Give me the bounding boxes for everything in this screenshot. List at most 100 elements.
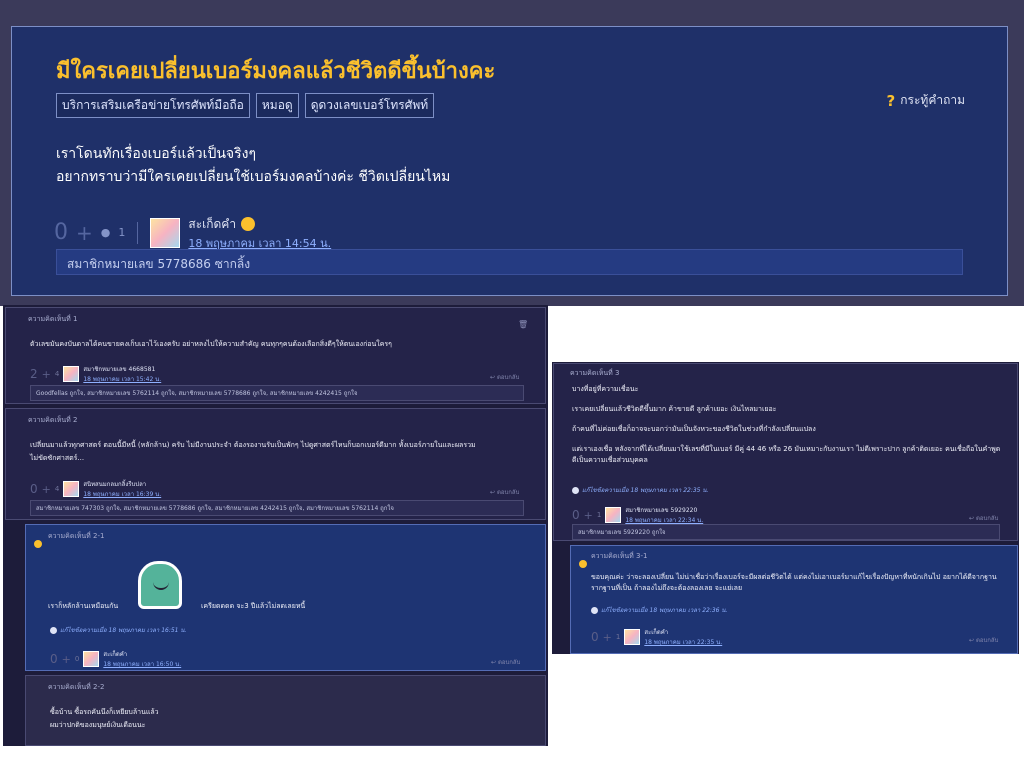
author-name[interactable]: สมาชิกหมายเลข 4668581 [83,364,161,374]
vote-score: 0 [591,630,599,644]
comment-text-line: ขอบคุณค่ะ ว่าจะลองเปลี่ยน ไม่น่าเชื่อว่า… [591,573,997,581]
post-date[interactable]: 18 พฤษภาคม เวลา 16:50 น. [103,659,181,669]
reply-icon: ↩ [491,659,497,666]
avatar[interactable] [624,629,641,645]
reply-button[interactable]: ↩ ตอบกลับ [490,372,519,382]
emotion-icon[interactable]: ● [101,226,111,239]
emoji-icon [241,216,256,231]
tag-mobile-services[interactable]: บริการเสริมเครือข่ายโทรศัพท์มือถือ [56,93,250,118]
comment-text-line: ผมว่าปกติของมนุษย์เงินเดือนนะ [50,721,146,729]
comment-3: ความคิดเห็นที่ 3 บางที่อยู่ที่ความเชื่อน… [553,363,1018,541]
comment-label: ความคิดเห็นที่ 1 [28,315,78,323]
edit-note: แก้ไขข้อความเมื่อ 18 พฤษภาคม เวลา 16:51 … [50,625,186,635]
author-block: สะเก็ดคำ 18 พฤษภาคม เวลา 14:54 น. [188,213,331,252]
comment-text-line: เปลี่ยนมาแล้วทุกศาสตร์ ตอนนี้มีหนี้ (หลั… [30,441,476,449]
emotion-count: 1 [596,511,602,519]
topic-body: เราโดนทักเรื่องเบอร์แล้วเป็นจริงๆ อยากทร… [56,143,450,189]
reply-button[interactable]: ↩ ตอบกลับ [491,657,520,667]
vote-plus-icon[interactable]: + [42,368,51,381]
user-badge-icon [34,533,42,552]
comment-actions: 0 + 1 สะเก็ดคำ 18 พฤษภาคม เวลา 22:35 น. [591,627,722,647]
author-name[interactable]: สะเก็ดคำ [188,217,236,231]
reply-label: ตอบกลับ [496,374,520,381]
post-date[interactable]: 18 พฤษภาคม เวลา 15:42 น. [83,374,161,384]
likes-list: สมาชิกหมายเลข 5929220 ถูกใจ [572,524,1000,540]
comment-label: ความคิดเห็นที่ 2-2 [48,683,105,691]
edit-note: แก้ไขข้อความเมื่อ 18 พฤษภาคม เวลา 22:36 … [591,605,727,615]
vote-score: 0 [50,652,58,666]
comment-paragraph: บางที่อยู่ที่ความเชื่อนะ [572,385,639,393]
author-block: สมาชิกหมายเลข 4668581 18 พฤษภาคม เวลา 15… [83,364,161,384]
member-info-box: สมาชิกหมายเลข 5778686 ซากลิ้ง [56,249,963,275]
avatar[interactable] [150,217,181,248]
comment-text: ตัวเลขมันคงบันดาลได้คนขายคงเก็บเอาไว้เอง… [30,340,392,348]
avatar[interactable] [63,481,80,497]
reply-button[interactable]: ↩ ตอบกลับ [969,635,998,645]
reply-button[interactable]: ↩ ตอบกลับ [969,513,998,523]
comment-paragraph: เราเคยเปลี่ยนแล้วชีวิตดีขึ้นมาก ค้าขายดี… [572,405,777,413]
reply-button[interactable]: ↩ ตอบกลับ [490,487,519,497]
vote-plus-icon[interactable]: + [76,221,93,245]
edit-note-text: แก้ไขข้อความเมื่อ 18 พฤษภาคม เวลา 16:51 … [60,627,187,634]
emotion-count: 4 [54,485,60,493]
divider [137,221,139,244]
vote-score: 0 [54,220,68,245]
comment-label: ความคิดเห็นที่ 3-1 [591,552,648,560]
vote-plus-icon[interactable]: + [603,631,612,644]
topic-type-label: กระทู้คำถาม [900,93,965,107]
comment-actions: 0 + 1 สมาชิกหมายเลข 5929220 18 พฤษภาคม เ… [572,505,703,525]
avatar[interactable] [63,366,80,382]
comment-text-line: ไม่ขัดซักศาสตร์... [30,454,85,462]
comment-text: เปลี่ยนมาแล้วทุกศาสตร์ ตอนนี้มีหนี้ (หลั… [30,439,530,465]
topic-body-line: อยากทราบว่ามีใครเคยเปลี่ยนใช้เบอร์มงคลบ้… [56,169,451,185]
emotion-count: 4 [54,370,60,378]
likes-list: Goodfellas ถูกใจ, สมาชิกหมายเลข 5762114 … [30,385,524,401]
author-block: สมาชิกหมายเลข 5929220 18 พฤษภาคม เวลา 22… [625,505,703,525]
post-date[interactable]: 18 พฤษภาคม เวลา 22:35 น. [644,637,722,647]
reply-icon: ↩ [969,637,975,644]
comment-text-left: เราก็หลักล้านเหมือนกัน [48,602,119,610]
author-name[interactable]: สะเก็ดคำ [644,627,722,637]
comment-text-line: รากฐานที่เป็น ถ้าลองไม่ถึงจะต้องลองเลย จ… [591,584,743,592]
sticker-image [138,561,182,609]
vote-plus-icon[interactable]: + [42,483,51,496]
avatar[interactable] [605,507,622,523]
reply-label: ตอบกลับ [496,489,520,496]
tag-fortune-teller[interactable]: หมอดู [255,93,299,118]
emotion-count: 1 [118,226,126,239]
vote-score: 0 [572,508,580,522]
comment-2: ความคิดเห็นที่ 2 เปลี่ยนมาแล้วทุกศาสตร์ … [5,408,546,520]
emotion-count: 1 [615,633,621,641]
comment-paragraph: ถ้าคนที่ไม่ค่อยเชื่อก็อาจจะบอกว่ามันเป็น… [572,425,816,433]
tag-phone-number-fortune[interactable]: ดูดวงเลขเบอร์โทรศัพท์ [304,93,435,118]
reply-label: ตอบกลับ [497,659,521,666]
comment-text: บางที่อยู่ที่ความเชื่อนะ เราเคยเปลี่ยนแล… [572,384,1012,466]
avatar[interactable] [83,651,100,667]
clock-icon [591,606,598,614]
clock-icon [50,626,57,634]
author-name[interactable]: สะเก็ดคำ [103,649,181,659]
vote-score: 0 [30,482,38,496]
author-block: สะเก็ดคำ 18 พฤษภาคม เวลา 16:50 น. [103,649,181,669]
reply-icon: ↩ [490,374,496,381]
edit-note-text: แก้ไขข้อความเมื่อ 18 พฤษภาคม เวลา 22:35 … [582,487,709,494]
topic-type: ? กระทู้คำถาม [887,91,965,110]
trash-icon[interactable]: 🗑 [518,320,528,329]
comment-text-right: เครียดดดด จะ3 ปีแล้วไม่ลดเลยหนี้ [201,602,306,610]
edit-note-text: แก้ไขข้อความเมื่อ 18 พฤษภาคม เวลา 22:36 … [601,607,728,614]
comment-text: ซื้อบ้าน ซื้อรถคันนึงก็เหยียบล้านแล้ว ผม… [50,706,159,732]
comment-text: ขอบคุณค่ะ ว่าจะลองเปลี่ยน ไม่น่าเชื่อว่า… [591,572,1011,594]
reply-label: ตอบกลับ [975,515,999,522]
likes-list: สมาชิกหมายเลข 747303 ถูกใจ, สมาชิกหมายเล… [30,500,524,516]
topic-title: มีใครเคยเปลี่ยนเบอร์มงคลแล้วชีวิตดีขึ้นบ… [56,59,496,84]
author-block: สะเก็ดคำ 18 พฤษภาคม เวลา 22:35 น. [644,627,722,647]
author-name[interactable]: สนิทสนมกลมกลิ้งรีบปลา [83,479,161,489]
comment-3-1: ความคิดเห็นที่ 3-1 ขอบคุณค่ะ ว่าจะลองเปล… [570,545,1018,654]
vote-plus-icon[interactable]: + [62,653,71,666]
comment-text-line: ซื้อบ้าน ซื้อรถคันนึงก็เหยียบล้านแล้ว [50,708,159,716]
post-date[interactable]: 18 พฤษภาคม เวลา 16:39 น. [83,489,161,499]
vote-score: 2 [30,367,38,381]
author-name[interactable]: สมาชิกหมายเลข 5929220 [625,505,703,515]
vote-plus-icon[interactable]: + [584,509,593,522]
comment-paragraph: ดีเป็นความเชื่อส่วนบุคคล [572,456,648,464]
